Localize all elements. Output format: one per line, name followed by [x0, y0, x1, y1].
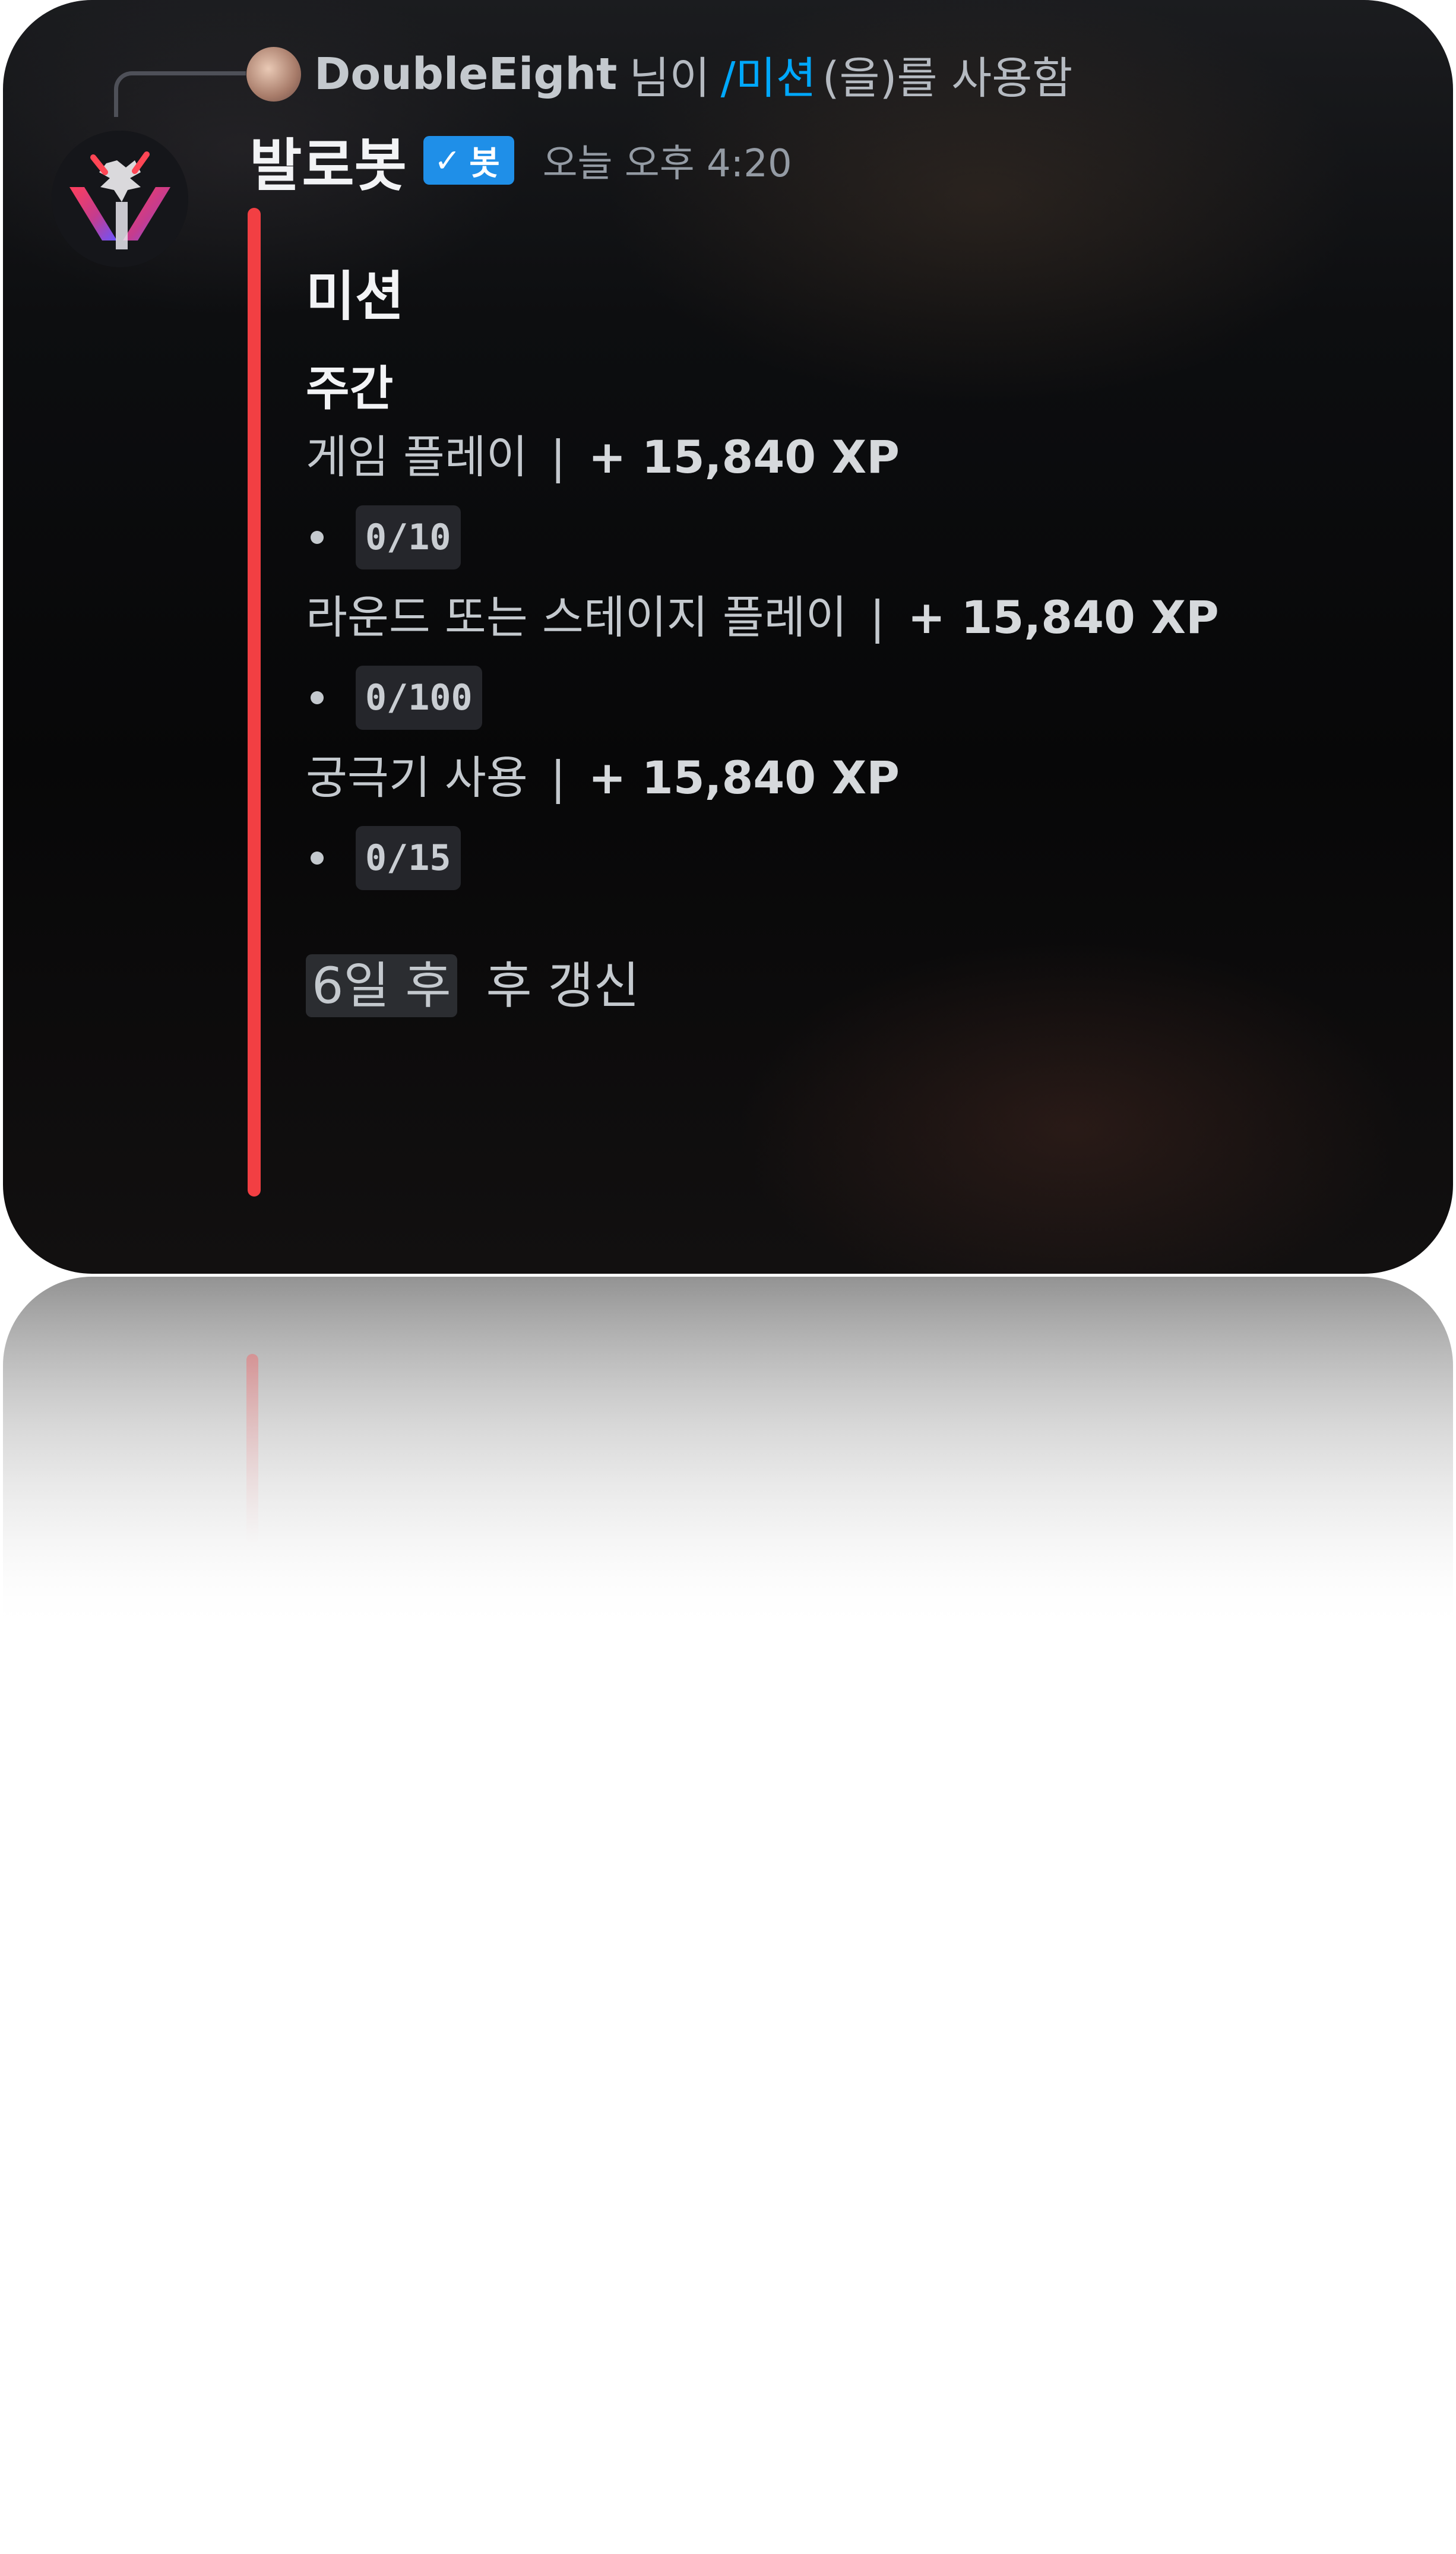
reply-username[interactable]: DoubleEight — [314, 49, 617, 100]
refresh-relative-time[interactable]: 6일 후 — [306, 954, 457, 1017]
mission-line: 게임 플레이 | + 15,840 XP — [306, 422, 1375, 493]
mission-separator: | — [550, 751, 566, 804]
bullet-icon — [311, 691, 324, 704]
valorant-bot-icon — [52, 131, 188, 267]
author-name[interactable]: 발로봇 — [249, 119, 407, 202]
mission-progress-row: 0/15 — [306, 814, 1375, 903]
mission-line: 라운드 또는 스테이지 플레이 | + 15,840 XP — [306, 582, 1375, 653]
check-icon: ✓ — [433, 141, 461, 179]
reflection-fade — [3, 1277, 1453, 1633]
card-reflection — [3, 1277, 1453, 1633]
reply-text-after: (을)를 사용함 — [822, 52, 1073, 104]
bullet-icon — [311, 852, 324, 865]
mission-progress-row: 0/10 — [306, 493, 1375, 582]
mission-progress: 0/100 — [356, 666, 482, 730]
bot-tag-label: 봇 — [469, 144, 500, 183]
weekly-section-title: 주간 — [306, 361, 394, 416]
mission-separator: | — [550, 431, 566, 483]
reply-command-link[interactable]: /미션 — [721, 43, 816, 106]
reply-text-before: 님이 — [629, 52, 710, 104]
bot-avatar[interactable] — [52, 131, 188, 267]
discord-message-card: DoubleEight 님이 /미션 (을)를 사용함 발로봇 ✓ 봇 오늘 오… — [3, 0, 1453, 1274]
missions-embed: 미션 주간 게임 플레이 | + 15,840 XP 0/10 라운드 또는 스… — [306, 261, 1375, 1021]
mission-separator: | — [869, 591, 885, 644]
mission-progress: 0/10 — [356, 505, 461, 569]
embed-title: 미션 — [306, 265, 404, 328]
mission-reward: + 15,840 XP — [588, 751, 900, 804]
bot-tag: ✓ 봇 — [423, 136, 514, 185]
mission-reward: + 15,840 XP — [907, 591, 1219, 644]
mission-progress-row: 0/100 — [306, 653, 1375, 742]
refresh-suffix: 후 갱신 — [486, 957, 640, 1015]
message-header: 발로봇 ✓ 봇 오늘 오후 4:20 — [249, 122, 792, 199]
reply-user-avatar[interactable] — [246, 47, 301, 102]
mission-progress: 0/15 — [356, 826, 461, 890]
mission-line: 궁극기 사용 | + 15,840 XP — [306, 742, 1375, 814]
message-timestamp[interactable]: 오늘 오후 4:20 — [543, 133, 792, 188]
mission-reward: + 15,840 XP — [588, 431, 900, 483]
command-reply-context[interactable]: DoubleEight 님이 /미션 (을)를 사용함 — [246, 45, 1072, 104]
mission-name: 게임 플레이 — [306, 431, 528, 483]
bullet-icon — [311, 531, 324, 544]
mission-name: 궁극기 사용 — [306, 751, 528, 804]
embed-accent-bar — [248, 208, 261, 1197]
screenshot-stage: DoubleEight 님이 /미션 (을)를 사용함 발로봇 ✓ 봇 오늘 오… — [0, 0, 1456, 2554]
mission-name: 라운드 또는 스테이지 플레이 — [306, 591, 847, 644]
refresh-footer: 6일 후 후 갱신 — [306, 950, 1375, 1021]
reply-spine — [114, 71, 246, 117]
